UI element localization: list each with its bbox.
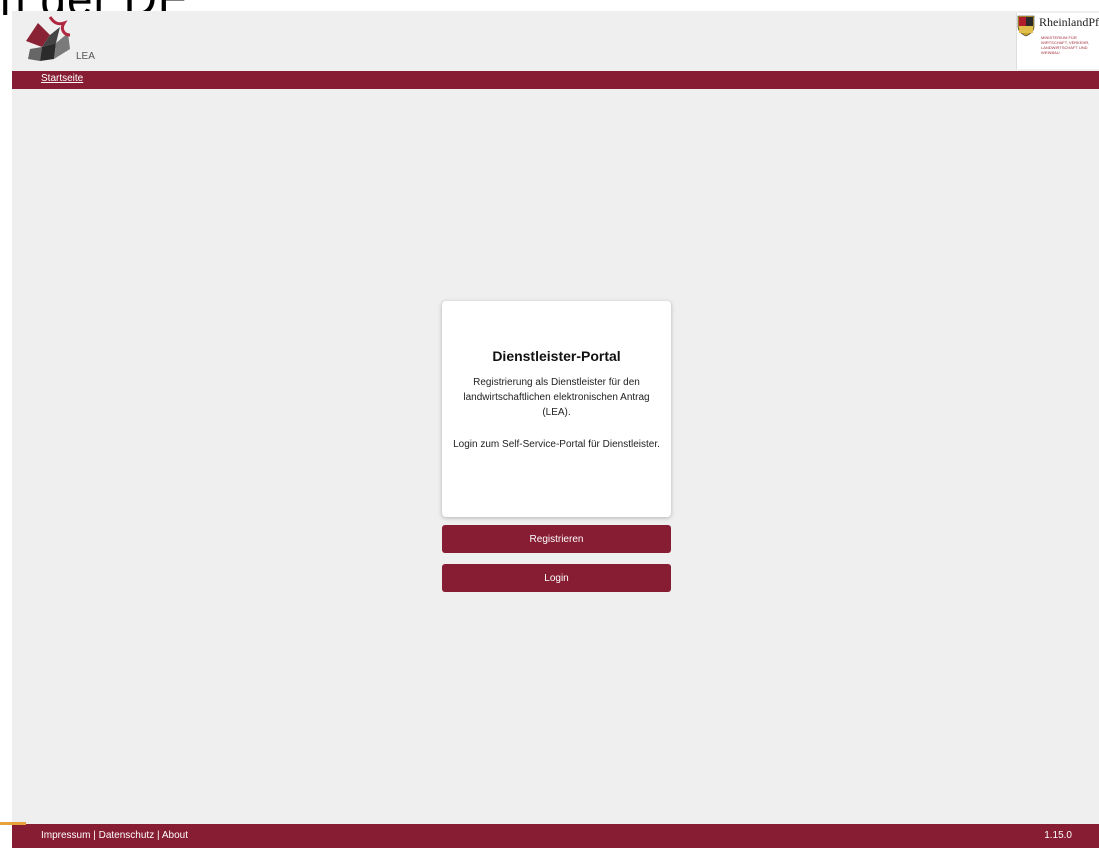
footer: Impressum | Datenschutz | About 1.15.0 — [12, 824, 1099, 848]
lea-logo[interactable]: LEA — [20, 13, 95, 67]
slide-accent-bar — [0, 822, 26, 825]
navbar: Startseite — [12, 71, 1099, 89]
about-link[interactable]: About — [162, 830, 188, 841]
app-window: LEA RheinlandPfalz MINISTERIUM FÜR WIRTS… — [12, 11, 1099, 848]
card-login-text: Login zum Self-Service-Portal für Dienst… — [453, 439, 660, 450]
nav-home-link[interactable]: Startseite — [41, 73, 83, 84]
card-description: Registrierung als Dienstleister für den … — [463, 377, 650, 418]
card-title: Dienstleister-Portal — [492, 348, 621, 364]
state-name: RheinlandPfalz — [1039, 15, 1099, 29]
rheinland-pfalz-logo[interactable]: RheinlandPfalz MINISTERIUM FÜR WIRTSCHAF… — [1016, 13, 1099, 69]
register-button[interactable]: Registrieren — [442, 525, 671, 553]
footer-separator: | — [157, 830, 160, 841]
lea-logo-label: LEA — [76, 51, 95, 62]
lea-logo-icon — [26, 16, 71, 61]
header: LEA RheinlandPfalz MINISTERIUM FÜR WIRTS… — [12, 11, 1099, 71]
coat-of-arms-icon — [1017, 15, 1035, 37]
footer-links: Impressum | Datenschutz | About — [41, 830, 188, 841]
portal-card: Dienstleister-Portal Registrierung als D… — [442, 301, 671, 517]
footer-separator: | — [93, 830, 96, 841]
version-label: 1.15.0 — [1044, 830, 1072, 841]
login-button[interactable]: Login — [442, 564, 671, 592]
datenschutz-link[interactable]: Datenschutz — [99, 830, 155, 841]
impressum-link[interactable]: Impressum — [41, 830, 90, 841]
ministry-name: MINISTERIUM FÜR WIRTSCHAFT, VERKEHR, LAN… — [1041, 35, 1090, 55]
